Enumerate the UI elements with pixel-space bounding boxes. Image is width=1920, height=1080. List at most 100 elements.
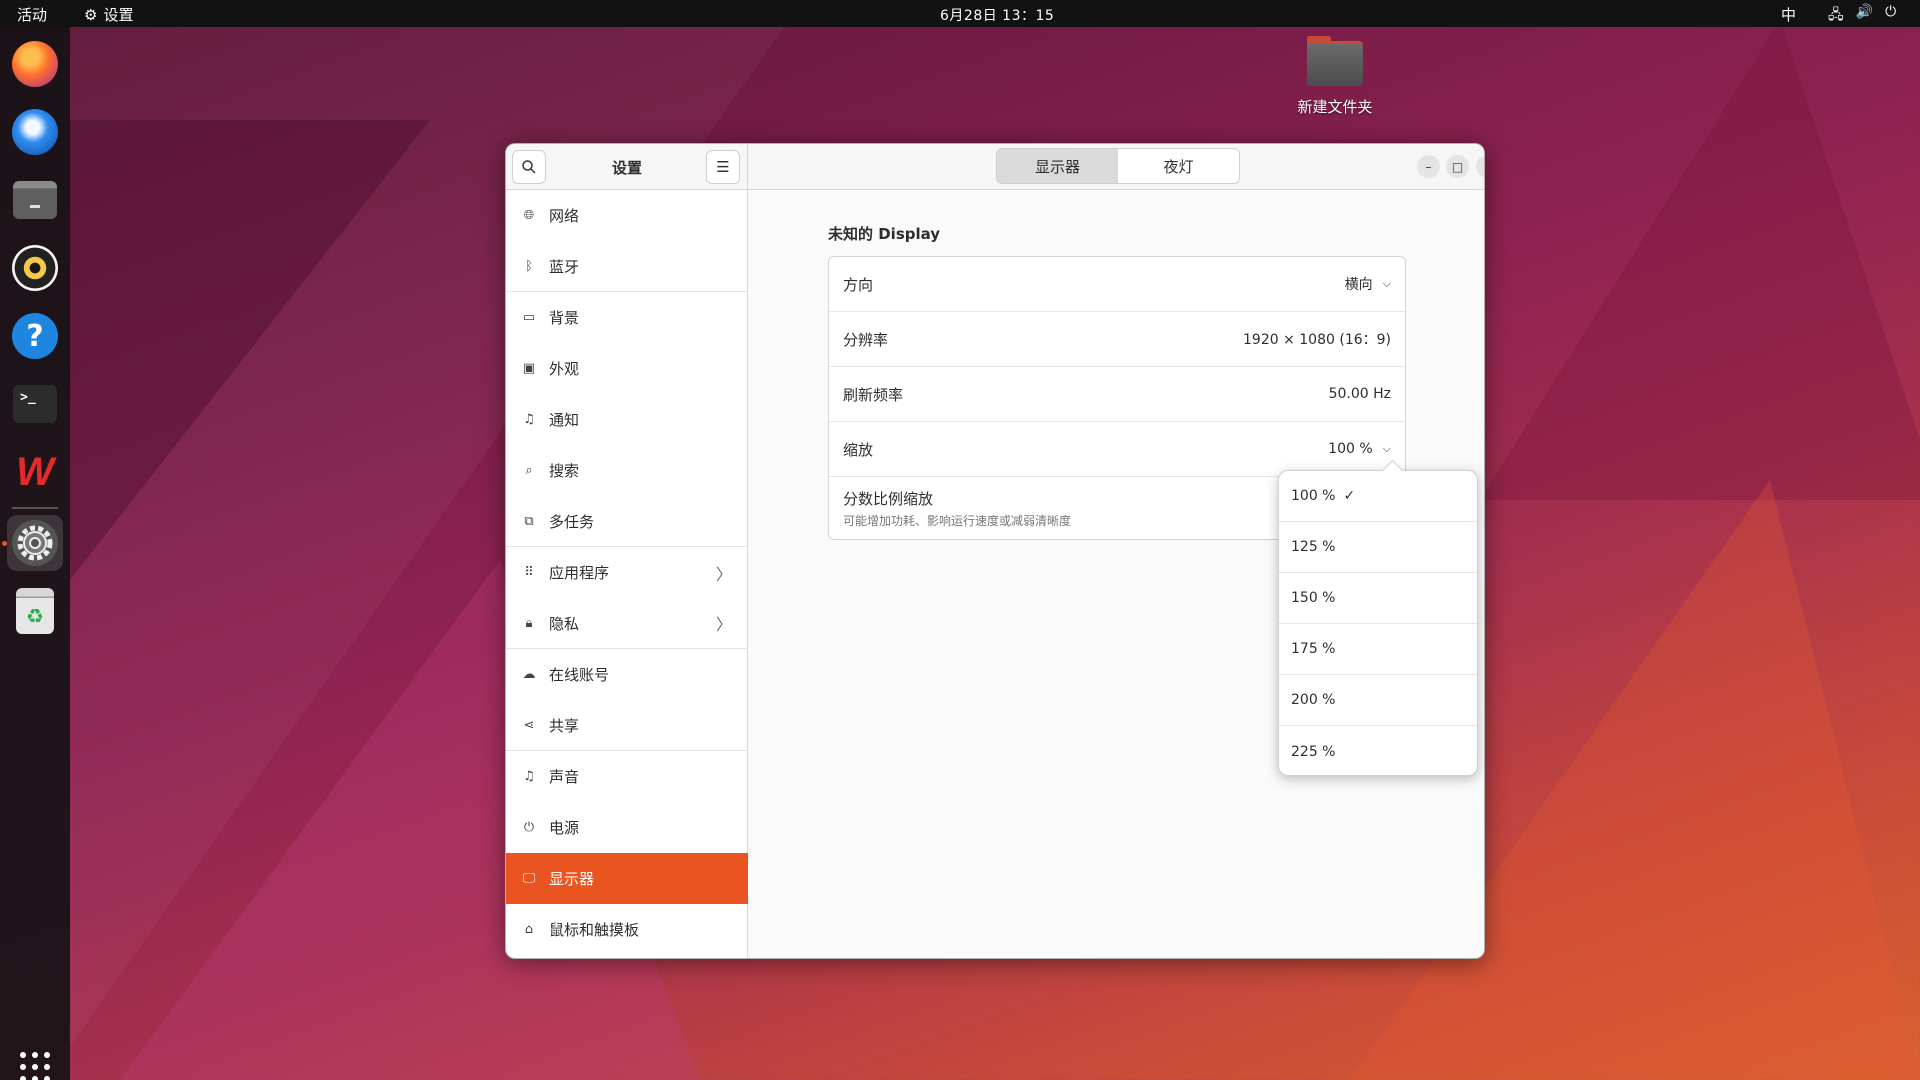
activities-button[interactable]: 活动 (17, 4, 47, 25)
resolution-value: 1920 × 1080 (16：9) (1243, 332, 1391, 348)
trash-icon: ♻ (16, 588, 54, 634)
share-icon: ⋖ (523, 717, 535, 733)
sidebar-item-online-accounts[interactable]: ☁ 在线账号 (506, 649, 748, 700)
multitask-icon: ⧉ (524, 513, 534, 529)
bell-icon: ♫ (523, 412, 535, 427)
dock-firefox[interactable] (7, 36, 63, 92)
mouse-icon: ⌂ (524, 922, 534, 937)
sidebar-item-displays[interactable]: 🖵 显示器 (506, 853, 748, 904)
input-method-indicator[interactable]: 中 (1781, 4, 1796, 25)
sidebar-item-multitasking[interactable]: ⧉ 多任务 (506, 496, 748, 547)
dock-settings[interactable] (7, 515, 63, 571)
app-menu-label: 设置 (103, 6, 134, 24)
scale-option[interactable]: 100 % ✓ (1279, 471, 1477, 522)
dock-files[interactable] (7, 172, 63, 228)
settings-gear-icon (12, 520, 58, 566)
wps-office-icon: W (16, 449, 54, 494)
gear-icon: ⚙ (84, 5, 98, 24)
scale-option[interactable]: 200 % (1279, 675, 1477, 726)
sidebar-item-label: 共享 (549, 716, 580, 735)
headerbar: 显示器 夜灯 – □ ✕ (748, 144, 1484, 190)
dock-terminal[interactable]: >_ (7, 376, 63, 432)
dock-rhythmbox[interactable] (7, 240, 63, 296)
app-menu[interactable]: ⚙ 设置 (84, 4, 133, 25)
clock[interactable]: 6月28日 13：15 (940, 5, 1054, 25)
terminal-icon: >_ (13, 385, 57, 423)
thunderbird-icon (12, 109, 58, 155)
sidebar-item-label: 电源 (549, 819, 580, 837)
scale-option-label: 100 % (1291, 488, 1336, 504)
main-menu-button[interactable]: ☰ (706, 150, 740, 184)
sidebar-item-notifications[interactable]: ♫ 通知 (506, 394, 748, 445)
tab-night-light[interactable]: 夜灯 (1118, 149, 1239, 183)
resolution-label: 分辨率 (843, 330, 889, 349)
sidebar-item-network[interactable]: 🌐︎ 网络 (506, 190, 748, 241)
scale-option[interactable]: 150 % (1279, 573, 1477, 624)
power-icon: ⏻ (1885, 4, 1897, 20)
dock-separator (12, 507, 58, 509)
sidebar-item-apps[interactable]: ⠿ 应用程序 〉 (506, 547, 748, 598)
maximize-button[interactable]: □ (1446, 155, 1469, 178)
dock-trash[interactable]: ♻ (7, 583, 63, 639)
scale-option[interactable]: 125 % (1279, 522, 1477, 573)
desktop-folder-label: 新建文件夹 (1297, 98, 1373, 116)
refresh-rate-row[interactable]: 刷新频率 50.00 Hz (829, 367, 1405, 422)
check-icon: ✓ (1343, 488, 1356, 504)
tab-displays[interactable]: 显示器 (997, 149, 1118, 183)
sidebar-list: 🌐︎ 网络 ᛒ 蓝牙 ▭ 背景 ▣ 外观 ♫ 通知 ⌕ 搜索 ⧉ 多任务 ⠿ 应用程序〉 🔒︎ 隐… (506, 190, 748, 955)
folder-icon (1307, 36, 1363, 86)
sidebar-item-label: 多任务 (549, 512, 595, 531)
sidebar-item-sound[interactable]: ♫ 声音 (506, 751, 748, 802)
scale-option-label: 225 % (1291, 743, 1336, 760)
scale-option-label: 200 % (1291, 692, 1336, 708)
chevron-right-icon: 〉 (715, 564, 732, 584)
orientation-label: 方向 (843, 275, 874, 294)
sidebar-item-power[interactable]: ⏻ 电源 (506, 802, 748, 853)
orientation-row[interactable]: 方向 横向 ⌵ (829, 257, 1405, 312)
view-switcher: 显示器 夜灯 (996, 148, 1240, 184)
files-icon (13, 181, 57, 219)
sidebar-item-search[interactable]: ⌕ 搜索 (506, 445, 748, 496)
dock-wps[interactable]: W (7, 444, 63, 500)
sidebar-item-label: 鼠标和触摸板 (549, 921, 640, 939)
sidebar-header: 设置 ☰ (506, 144, 747, 190)
scale-option[interactable]: 175 % (1279, 624, 1477, 675)
display-name: 未知的 Display (828, 225, 941, 243)
orientation-value: 横向 (1344, 277, 1373, 293)
sidebar-item-mouse[interactable]: ⌂ 鼠标和触摸板 (506, 904, 748, 955)
desktop-folder[interactable]: 新建文件夹 (1280, 36, 1390, 117)
refresh-rate-label: 刷新频率 (843, 385, 904, 404)
show-apps-icon[interactable] (20, 1052, 50, 1080)
sidebar-item-label: 外观 (549, 360, 580, 378)
minimize-icon: – (1425, 159, 1432, 174)
close-icon: ✕ (1482, 160, 1484, 174)
power-icon: ⏻ (523, 820, 535, 835)
sidebar-item-label: 应用程序 (549, 564, 610, 582)
globe-icon: 🌐︎ (523, 208, 535, 223)
sidebar-item-label: 搜索 (549, 462, 580, 480)
search-icon: ⌕ (525, 463, 533, 478)
scale-row[interactable]: 缩放 100 % ⌵ (829, 422, 1405, 477)
apps-icon: ⠿ (524, 565, 534, 580)
sidebar-item-appearance[interactable]: ▣ 外观 (506, 343, 748, 394)
resolution-row[interactable]: 分辨率 1920 × 1080 (16：9) (829, 312, 1405, 367)
sidebar-item-privacy[interactable]: 🔒︎ 隐私 〉 (506, 598, 748, 649)
chevron-right-icon: 〉 (715, 615, 732, 634)
top-bar: 活动 ⚙ 设置 6月28日 13：15 中 🖧 🔊 ⏻ (0, 0, 1920, 27)
dock-help[interactable]: ? (7, 308, 63, 364)
main-panel: 显示器 夜灯 – □ ✕ 未知的 Display 方向 横向 ⌵ 分辨率 1920… (748, 144, 1484, 958)
fractional-scaling-label: 分数比例缩放 (843, 490, 934, 508)
scale-dropdown-popover: 100 % ✓ 125 % 150 % 175 % 200 % 225 % (1278, 470, 1478, 776)
sidebar-item-label: 在线账号 (549, 666, 610, 684)
wallpaper-facet (1480, 20, 1920, 500)
close-button[interactable]: ✕ (1476, 155, 1484, 178)
sidebar-item-label: 网络 (549, 207, 580, 225)
sidebar-item-bluetooth[interactable]: ᛒ 蓝牙 (506, 241, 748, 292)
minimize-button[interactable]: – (1417, 155, 1440, 178)
sidebar-item-sharing[interactable]: ⋖ 共享 (506, 700, 748, 751)
scale-option[interactable]: 225 % (1279, 726, 1477, 777)
volume-icon: 🔊 (1855, 4, 1874, 20)
system-tray[interactable]: 🖧 🔊 ⏻ (1828, 4, 1896, 28)
sidebar-item-background[interactable]: ▭ 背景 (506, 292, 748, 343)
dock-thunderbird[interactable] (7, 104, 63, 160)
